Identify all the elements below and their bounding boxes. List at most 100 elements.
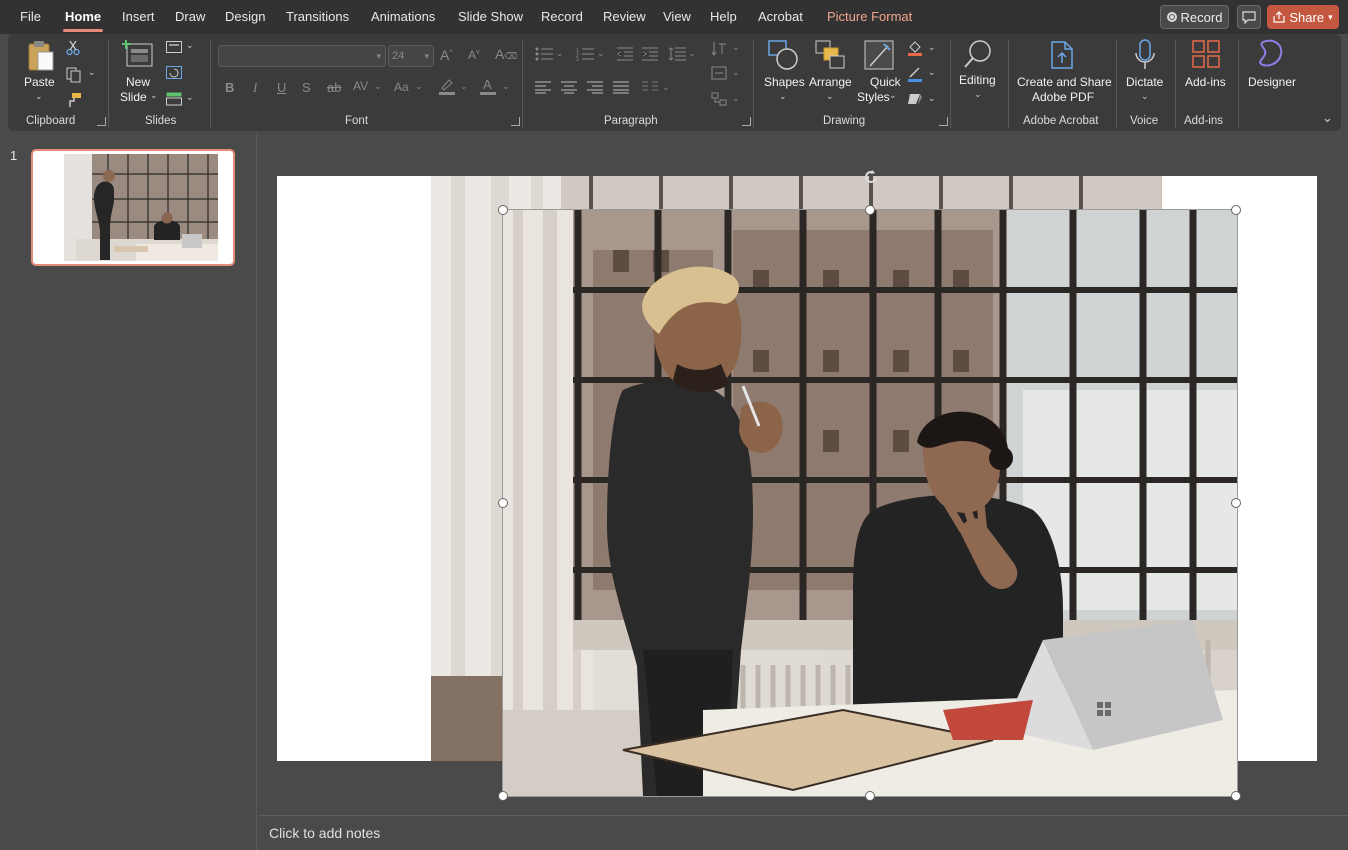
shape-effects-icon[interactable] [907,92,923,106]
numbering-icon[interactable]: 123 [576,47,594,61]
menu-draw[interactable]: Draw [175,9,205,24]
menu-design[interactable]: Design [225,9,265,24]
text-shadow-button[interactable]: S [302,80,311,95]
clear-formatting-icon[interactable]: A⌫ [495,46,517,62]
highlight-icon[interactable] [438,77,456,95]
menu-bar: File Home Insert Draw Design Transitions… [0,0,1348,34]
chevron-down-icon[interactable]: ⌄ [928,93,936,104]
resize-handle-left[interactable] [498,498,508,508]
arrange-icon [815,40,845,69]
columns-icon[interactable] [642,81,658,94]
add-ins-label: Add-ins [1185,75,1226,89]
chevron-down-icon[interactable]: ⌄ [502,81,510,92]
align-center-icon[interactable] [561,81,577,94]
slide-thumbnail[interactable] [31,149,235,266]
change-case-button[interactable]: Aa [394,80,409,94]
section-icon[interactable] [166,92,182,106]
shape-fill-icon[interactable] [907,40,923,56]
menu-insert[interactable]: Insert [122,9,155,24]
menu-record[interactable]: Record [541,9,583,24]
paragraph-group-label: Paragraph [604,115,658,127]
menu-view[interactable]: View [663,9,691,24]
paragraph-launcher-icon[interactable] [742,117,751,126]
layout-icon[interactable] [166,41,182,53]
chevron-down-icon[interactable]: ⌄ [186,40,194,51]
dictate-label: Dictate [1126,75,1164,89]
office-conversation-photo-image [503,210,1237,796]
format-painter-icon[interactable] [66,92,82,108]
menu-transitions[interactable]: Transitions [286,9,349,24]
chevron-down-icon[interactable]: ⌄ [374,81,382,92]
italic-button[interactable]: I [253,80,257,96]
smartart-icon[interactable] [711,92,727,106]
ribbon: Paste ⌄ ⌄ Clipboard New Slide ⌄ ⌄ ⌄ Slid… [8,34,1341,131]
chevron-down-icon[interactable]: ⌄ [460,81,468,92]
chevron-down-icon[interactable]: ⌄ [415,81,423,92]
rotate-handle-icon[interactable] [862,168,880,186]
line-spacing-icon[interactable] [668,47,686,61]
comments-button[interactable] [1237,5,1261,29]
bold-button[interactable]: B [225,80,234,95]
ribbon-collapse-chevron-icon[interactable]: ⌄ [1322,110,1333,126]
text-direction-icon[interactable] [711,41,727,57]
resize-handle-top-right[interactable] [1231,205,1241,215]
resize-handle-top-left[interactable] [498,205,508,215]
justify-icon[interactable] [613,81,629,94]
chevron-down-icon[interactable]: ⌄ [732,42,740,53]
font-color-icon[interactable]: A [479,77,497,95]
menu-animations[interactable]: Animations [371,9,435,24]
reset-slide-icon[interactable] [166,66,182,80]
selected-picture[interactable] [502,209,1238,797]
chevron-down-icon[interactable]: ⌄ [662,82,670,93]
notes-placeholder[interactable]: Click to add notes [269,825,380,841]
bullets-icon[interactable] [535,47,553,61]
notes-pane[interactable] [258,815,1348,850]
scissors-cut-icon[interactable] [66,40,80,56]
decrease-indent-icon[interactable] [617,47,633,61]
align-right-icon[interactable] [587,81,603,94]
chevron-down-icon[interactable]: ⌄ [88,67,96,78]
resize-handle-top[interactable] [865,205,875,215]
align-left-icon[interactable] [535,81,551,94]
resize-handle-bottom[interactable] [865,791,875,801]
chevron-down-icon: ▾ [376,51,381,61]
character-spacing-button[interactable]: AV [353,79,368,93]
share-button[interactable]: Share ▾ [1267,5,1339,29]
increase-font-icon[interactable]: A^ [440,47,453,63]
chevron-down-icon[interactable]: ⌄ [928,67,936,78]
clipboard-launcher-icon[interactable] [97,117,106,126]
strikethrough-button[interactable]: ab [327,80,341,95]
new-slide-line1: New [126,75,151,89]
menu-help[interactable]: Help [710,9,737,24]
menu-slide-show[interactable]: Slide Show [458,9,523,24]
menu-home[interactable]: Home [62,9,104,32]
font-size-combo[interactable]: 24 ▾ [388,45,434,67]
resize-handle-bottom-right[interactable] [1231,791,1241,801]
increase-indent-icon[interactable] [642,47,658,61]
copy-icon[interactable] [66,67,82,83]
menu-file[interactable]: File [20,9,41,24]
chevron-down-icon[interactable]: ⌄ [732,67,740,78]
chevron-down-icon[interactable]: ⌄ [688,48,696,59]
shapes-icon [768,40,798,70]
font-name-combo[interactable]: ▾ [218,45,386,67]
drawing-launcher-icon[interactable] [939,117,948,126]
resize-handle-right[interactable] [1231,498,1241,508]
align-text-icon[interactable] [711,66,727,80]
chevron-down-icon[interactable]: ⌄ [732,93,740,104]
menu-picture-format[interactable]: Picture Format [827,9,912,24]
chevron-down-icon[interactable]: ⌄ [928,42,936,53]
shape-outline-icon[interactable] [907,66,923,82]
underline-button[interactable]: U [277,80,286,95]
new-slide-icon [122,40,153,67]
resize-handle-bottom-left[interactable] [498,791,508,801]
chevron-down-icon[interactable]: ⌄ [186,92,194,103]
record-button[interactable]: Record [1160,5,1229,29]
decrease-font-icon[interactable]: Av [468,48,480,62]
menu-acrobat[interactable]: Acrobat [758,9,803,24]
chevron-down-icon[interactable]: ⌄ [597,48,605,59]
font-launcher-icon[interactable] [511,117,520,126]
menu-review[interactable]: Review [603,9,646,24]
quick-styles-line1: Quick [870,75,901,89]
chevron-down-icon[interactable]: ⌄ [556,48,564,59]
